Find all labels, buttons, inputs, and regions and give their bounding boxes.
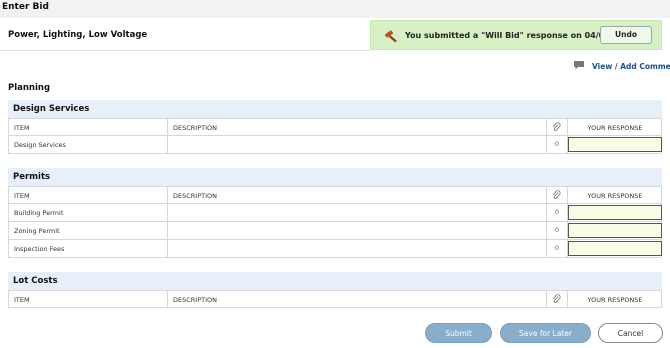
- attachment-count[interactable]: 0: [547, 244, 567, 252]
- table-row: Zoning Permit 0: [8, 222, 662, 240]
- column-header-description: DESCRIPTION: [173, 296, 217, 304]
- column-header-item: ITEM: [14, 192, 30, 200]
- response-input[interactable]: [568, 223, 662, 238]
- column-header-item: ITEM: [14, 296, 30, 304]
- table-header-row: ITEM DESCRIPTION YOUR RESPONSE: [8, 118, 662, 136]
- response-input[interactable]: [568, 241, 662, 256]
- table-row: Design Services 0: [8, 136, 662, 154]
- trade-name: Power, Lighting, Low Voltage: [8, 30, 148, 40]
- table-row: Building Permit 0: [8, 204, 662, 222]
- attachment-count[interactable]: 0: [547, 140, 567, 148]
- comment-icon: [574, 61, 584, 70]
- table-header-row: ITEM DESCRIPTION YOUR RESPONSE: [8, 290, 662, 308]
- column-header-response: YOUR RESPONSE: [587, 192, 643, 200]
- column-header-description: DESCRIPTION: [173, 192, 217, 200]
- section-header-lot-costs: Lot Costs: [8, 272, 662, 290]
- response-input[interactable]: [568, 205, 662, 220]
- column-header-response: YOUR RESPONSE: [587, 124, 643, 132]
- item-name: Building Permit: [14, 209, 64, 217]
- section-title: Permits: [13, 172, 51, 182]
- bid-status-notice: You submitted a "Will Bid" response on 0…: [370, 20, 662, 50]
- page-title: Enter Bid: [2, 2, 49, 12]
- divider: [0, 50, 370, 51]
- section-title: Lot Costs: [13, 276, 58, 286]
- section-header-permits: Permits: [8, 168, 662, 186]
- paperclip-icon: [552, 190, 561, 199]
- cancel-button[interactable]: Cancel: [598, 323, 663, 343]
- top-bar: Enter Bid: [0, 0, 670, 18]
- gavel-icon: [384, 30, 397, 43]
- attachment-count[interactable]: 0: [547, 208, 567, 216]
- column-header-description: DESCRIPTION: [173, 124, 217, 132]
- planning-heading: Planning: [8, 83, 51, 93]
- table-header-row: ITEM DESCRIPTION YOUR RESPONSE: [8, 186, 662, 204]
- item-name: Inspection Fees: [14, 245, 65, 253]
- attachment-count[interactable]: 0: [547, 226, 567, 234]
- section-header-design-services: Design Services: [8, 100, 662, 118]
- paperclip-icon: [552, 122, 561, 131]
- item-name: Zoning Permit: [14, 227, 60, 235]
- save-for-later-button[interactable]: Save for Later: [500, 323, 591, 343]
- response-input[interactable]: [568, 137, 662, 152]
- paperclip-icon: [552, 294, 561, 303]
- item-name: Design Services: [14, 141, 66, 149]
- column-header-item: ITEM: [14, 124, 30, 132]
- comments-link-label[interactable]: View / Add Comments: [592, 62, 670, 71]
- submit-button[interactable]: Submit: [425, 323, 492, 343]
- undo-button[interactable]: Undo: [600, 26, 652, 44]
- section-title: Design Services: [13, 104, 90, 114]
- column-header-response: YOUR RESPONSE: [587, 296, 643, 304]
- table-row: Inspection Fees 0: [8, 240, 662, 258]
